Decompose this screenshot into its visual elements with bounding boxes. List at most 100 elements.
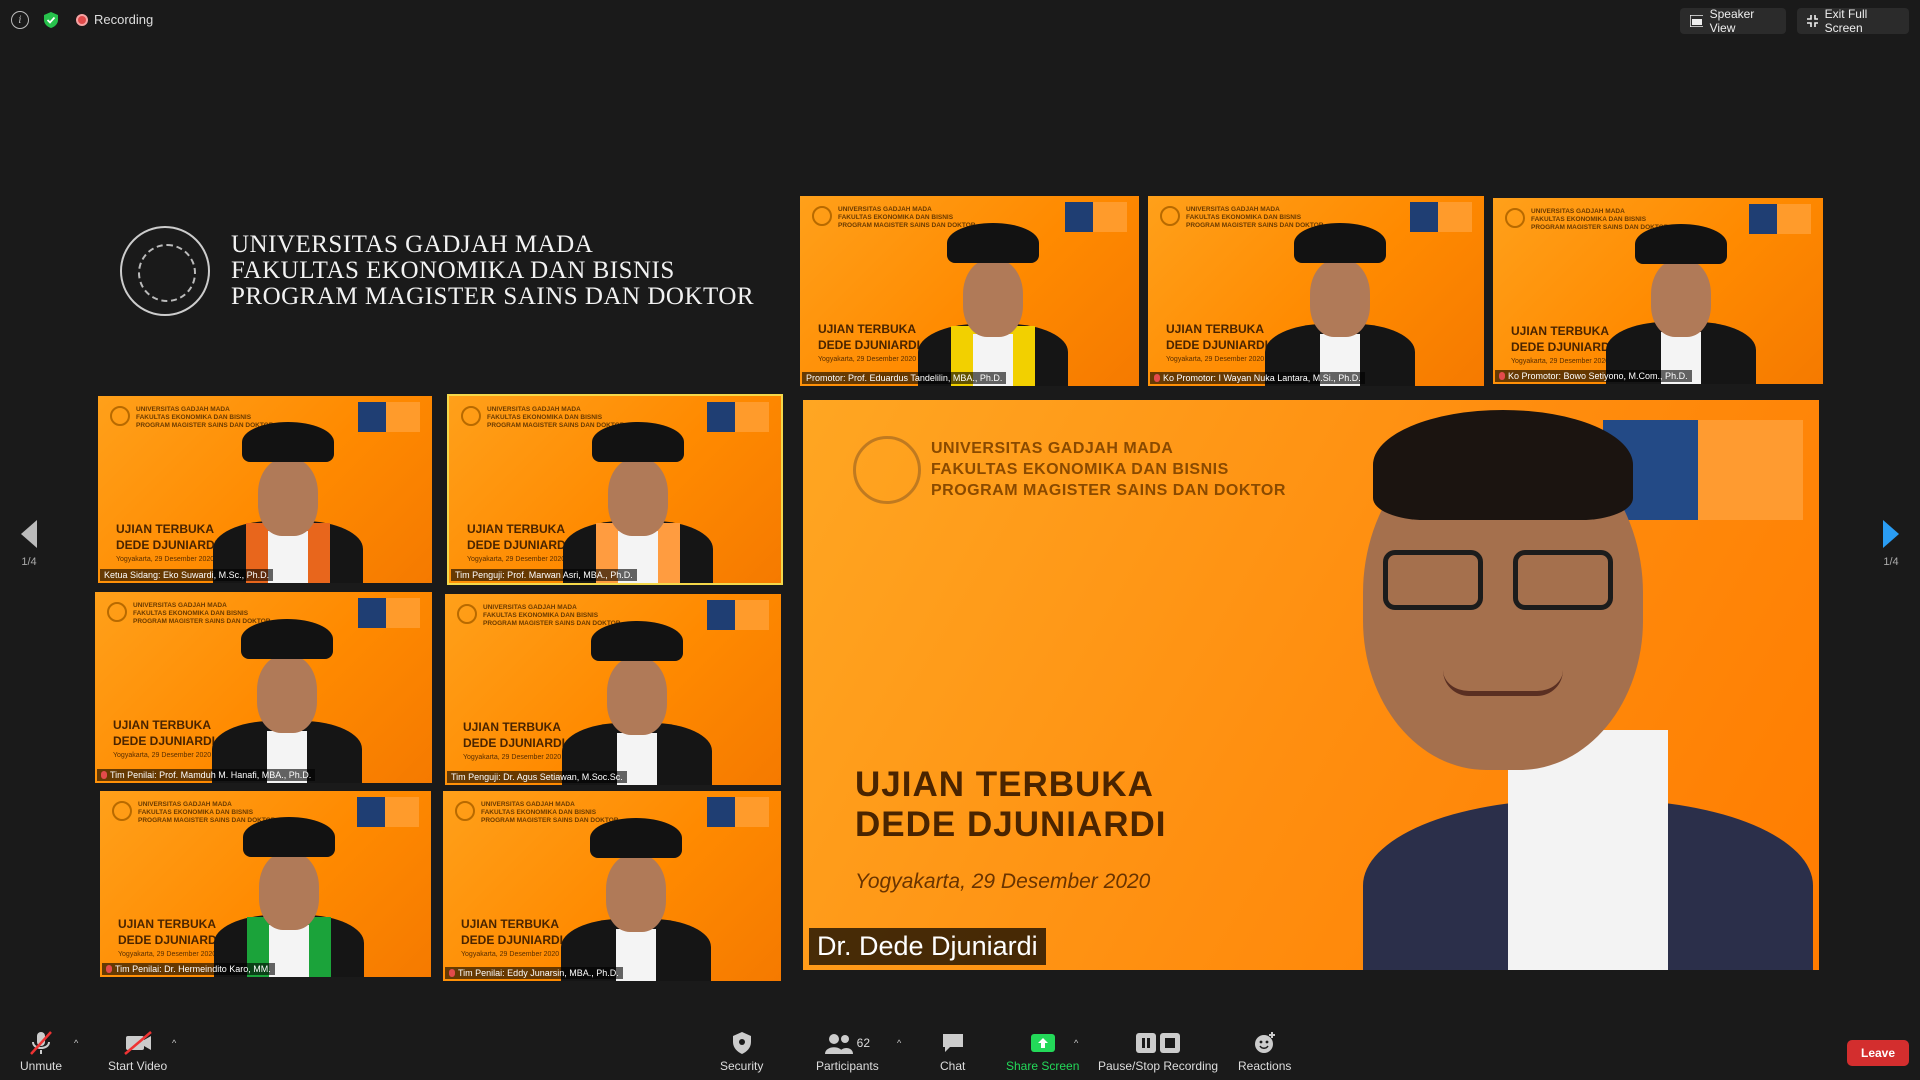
- participant-name: Ko Promotor: Bowo Setiyono, M.Com., Ph.D…: [1508, 371, 1688, 381]
- participants-icon: 62: [824, 1030, 870, 1056]
- start-video-label: Start Video: [108, 1059, 168, 1073]
- participant-video-tile[interactable]: UNIVERSITAS GADJAH MADA FAKULTAS EKONOMI…: [100, 791, 431, 977]
- recording-label: Recording: [94, 12, 154, 27]
- participant-video-tile[interactable]: UNIVERSITAS GADJAH MADA FAKULTAS EKONOMI…: [445, 594, 781, 785]
- participant-video-tile[interactable]: UNIVERSITAS GADJAH MADA FAKULTAS EKONOMI…: [447, 394, 783, 585]
- muted-mic-icon: [106, 965, 112, 973]
- participant-name-label: Tim Penguji: Dr. Agus Setiawan, M.Soc.Sc…: [447, 771, 627, 783]
- faculty-logo-banner: [707, 402, 769, 432]
- start-video-button[interactable]: Start Video: [108, 1030, 167, 1073]
- audio-options-caret-icon[interactable]: ^: [74, 1038, 78, 1048]
- background-date: Yogyakarta, 29 Desember 2020: [463, 754, 562, 761]
- faculty-logo-banner: [1603, 420, 1803, 520]
- active-speaker-name: Dr. Dede Djuniardi: [809, 928, 1046, 965]
- faculty-logo-banner: [357, 797, 419, 827]
- ugm-seal-logo: [853, 436, 921, 504]
- participant-video-tile[interactable]: UNIVERSITAS GADJAH MADA FAKULTAS EKONOMI…: [98, 396, 432, 583]
- muted-mic-icon: [1154, 374, 1160, 382]
- ugm-seal-logo: [110, 406, 130, 426]
- exit-fullscreen-label: Exit Full Screen: [1824, 7, 1868, 35]
- background-header: UNIVERSITAS GADJAH MADA FAKULTAS EKONOMI…: [133, 602, 271, 625]
- faculty-logo-banner: [707, 600, 769, 630]
- background-header: UNIVERSITAS GADJAH MADA FAKULTAS EKONOMI…: [1186, 206, 1324, 229]
- video-options-caret-icon[interactable]: ^: [172, 1038, 176, 1048]
- participants-button[interactable]: 62 Participants: [816, 1030, 879, 1073]
- faculty-logo-banner: [1065, 202, 1127, 232]
- background-header: UNIVERSITAS GADJAH MADA FAKULTAS EKONOMI…: [487, 406, 624, 429]
- top-bar: i Recording Speaker View Exit Full Scree…: [0, 0, 1920, 40]
- university-banner: UNIVERSITAS GADJAH MADA FAKULTAS EKONOMI…: [231, 232, 754, 310]
- meeting-toolbar: Unmute ^ Start Video ^ Security 62 Parti…: [0, 1020, 1920, 1080]
- participant-video-tile[interactable]: UNIVERSITAS GADJAH MADA FAKULTAS EKONOMI…: [443, 791, 781, 981]
- speaker-view-button[interactable]: Speaker View: [1680, 7, 1786, 35]
- leave-meeting-button[interactable]: Leave: [1847, 1040, 1909, 1066]
- participant-name-label: Tim Penguji: Prof. Marwan Asri, MBA., Ph…: [451, 569, 637, 581]
- ugm-seal-logo: [1505, 208, 1525, 228]
- reactions-label: Reactions: [1238, 1059, 1292, 1073]
- video-off-icon: [123, 1030, 153, 1056]
- pause-stop-recording-label: Pause/Stop Recording: [1098, 1059, 1219, 1073]
- background-header: UNIVERSITAS GADJAH MADA FAKULTAS EKONOMI…: [138, 801, 275, 824]
- background-title: UJIAN TERBUKA DEDE DJUNIARDI: [461, 917, 564, 947]
- faculty-logo-banner: [1749, 204, 1811, 234]
- ugm-seal-logo: [455, 801, 475, 821]
- participant-name-label: Tim Penilai: Prof. Mamduh M. Hanafi, MBA…: [97, 769, 316, 781]
- background-title: UJIAN TERBUKA DEDE DJUNIARDI: [1166, 322, 1269, 352]
- participant-video-tile[interactable]: UNIVERSITAS GADJAH MADA FAKULTAS EKONOMI…: [1148, 196, 1484, 386]
- background-date: Yogyakarta, 29 Desember 2020: [461, 951, 560, 958]
- recording-indicator[interactable]: Recording: [76, 12, 153, 27]
- pause-stop-icon: [1136, 1030, 1181, 1056]
- background-header: UNIVERSITAS GADJAH MADA FAKULTAS EKONOMI…: [481, 801, 619, 824]
- faculty-logo-banner: [358, 598, 420, 628]
- participants-caret-icon[interactable]: ^: [897, 1038, 901, 1048]
- background-title: UJIAN TERBUKA DEDE DJUNIARDI: [467, 522, 570, 552]
- security-button[interactable]: Security: [720, 1030, 763, 1073]
- grid-view-icon: [1690, 15, 1703, 27]
- share-options-caret-icon[interactable]: ^: [1074, 1038, 1078, 1048]
- background-title: UJIAN TERBUKA DEDE DJUNIARDI: [855, 765, 1167, 844]
- arrow-left-icon: [21, 520, 37, 548]
- ugm-seal-logo: [812, 206, 832, 226]
- participant-video-tile[interactable]: UNIVERSITAS GADJAH MADA FAKULTAS EKONOMI…: [800, 196, 1139, 386]
- banner-line-faculty: FAKULTAS EKONOMIKA DAN BISNIS: [231, 257, 675, 284]
- participant-name-label: Tim Penilai: Eddy Junarsin, MBA., Ph.D.: [445, 967, 623, 979]
- ugm-seal-logo: [107, 602, 127, 622]
- background-title: UJIAN TERBUKA DEDE DJUNIARDI: [113, 718, 216, 748]
- previous-page-button[interactable]: 1/4: [18, 520, 40, 568]
- active-speaker-video[interactable]: UNIVERSITAS GADJAH MADA FAKULTAS EKONOMI…: [803, 400, 1819, 970]
- info-icon[interactable]: i: [11, 11, 29, 29]
- participant-name-label: Ketua Sidang: Eko Suwardi, M.Sc., Ph.D.: [100, 569, 274, 581]
- background-header: UNIVERSITAS GADJAH MADA FAKULTAS EKONOMI…: [838, 206, 976, 229]
- background-title: UJIAN TERBUKA DEDE DJUNIARDI: [118, 917, 221, 947]
- meeting-window: { "topbar": { "recording_label": "Record…: [0, 0, 1920, 1080]
- participant-video-tile[interactable]: UNIVERSITAS GADJAH MADA FAKULTAS EKONOMI…: [95, 592, 432, 783]
- page-indicator-right: 1/4: [1883, 556, 1899, 568]
- background-date: Yogyakarta, 29 Desember 2020: [855, 870, 1151, 893]
- reactions-emoji-icon: [1253, 1030, 1277, 1056]
- muted-mic-icon: [1499, 372, 1505, 380]
- participant-name: Ketua Sidang: Eko Suwardi, M.Sc., Ph.D.: [104, 570, 270, 580]
- pause-stop-recording-button[interactable]: Pause/Stop Recording: [1098, 1030, 1218, 1073]
- chat-button[interactable]: Chat: [940, 1030, 965, 1073]
- speaker-view-label: Speaker View: [1709, 7, 1755, 35]
- share-screen-icon: [1030, 1030, 1056, 1056]
- participant-name: Tim Penilai: Prof. Mamduh M. Hanafi, MBA…: [110, 770, 312, 780]
- unmute-button[interactable]: Unmute: [20, 1030, 62, 1073]
- background-header: UNIVERSITAS GADJAH MADA FAKULTAS EKONOMI…: [136, 406, 273, 429]
- muted-mic-icon: [101, 771, 107, 779]
- background-date: Yogyakarta, 29 Desember 2020: [467, 556, 566, 563]
- share-screen-button[interactable]: Share Screen: [1006, 1030, 1079, 1073]
- participant-name: Promotor: Prof. Eduardus Tandelilin, MBA…: [806, 373, 1003, 383]
- muted-mic-icon: [449, 969, 455, 977]
- ugm-seal-logo: [461, 406, 481, 426]
- reactions-button[interactable]: Reactions: [1238, 1030, 1291, 1073]
- encryption-shield-icon[interactable]: [42, 11, 60, 29]
- background-title: UJIAN TERBUKA DEDE DJUNIARDI: [1511, 324, 1614, 354]
- exit-fullscreen-button[interactable]: Exit Full Screen: [1797, 7, 1909, 35]
- banner-line-university: UNIVERSITAS GADJAH MADA: [231, 231, 594, 258]
- background-date: Yogyakarta, 29 Desember 2020: [116, 556, 215, 563]
- page-indicator-left: 1/4: [21, 556, 37, 568]
- background-header: UNIVERSITAS GADJAH MADA FAKULTAS EKONOMI…: [1531, 208, 1668, 231]
- next-page-button[interactable]: 1/4: [1880, 520, 1902, 568]
- participant-video-tile[interactable]: UNIVERSITAS GADJAH MADA FAKULTAS EKONOMI…: [1493, 198, 1823, 384]
